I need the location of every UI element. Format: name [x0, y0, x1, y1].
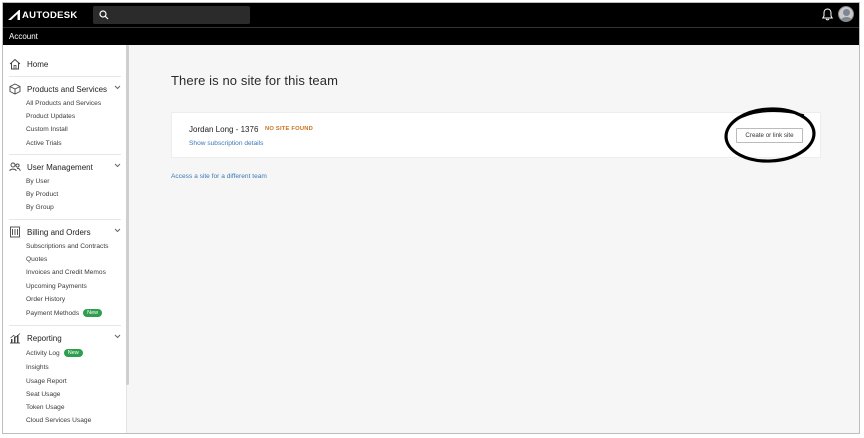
- sidebar-item-label: Usage Report: [26, 378, 67, 385]
- chevron-down-icon: [114, 334, 121, 339]
- account-bar: Account: [3, 27, 859, 45]
- sidebar-item-label: By Product: [26, 191, 59, 198]
- sidebar-item-by-group[interactable]: By Group: [26, 204, 54, 211]
- sidebar-item-label: Cloud Services Usage: [26, 417, 92, 424]
- logo-text: AUTODESK: [22, 9, 78, 21]
- sidebar-item-label: Quotes: [26, 256, 48, 263]
- users-icon: [9, 162, 21, 172]
- sidebar-item-all-products[interactable]: All Products and Services: [26, 100, 101, 107]
- sidebar-item-label: Payment Methods: [26, 309, 80, 317]
- section-products-and-services[interactable]: Products and Services: [9, 83, 121, 95]
- sidebar-item-label: Token Usage: [26, 404, 65, 411]
- show-subscription-details-link[interactable]: Show subscription details: [189, 140, 263, 147]
- sidebar-item-active-trials[interactable]: Active Trials: [26, 140, 62, 147]
- sidebar-item-product-updates[interactable]: Product Updates: [26, 113, 75, 120]
- main-content: There is no site for this team Jordan Lo…: [128, 45, 859, 433]
- new-badge: New: [63, 349, 83, 357]
- sidebar-item-label: Insights: [26, 364, 49, 371]
- sidebar-item-label: Home: [27, 59, 49, 69]
- sidebar-item-by-product[interactable]: By Product: [26, 191, 58, 198]
- sidebar-item-home[interactable]: Home: [9, 58, 48, 70]
- sidebar-item-by-user[interactable]: By User: [26, 178, 49, 185]
- autodesk-logo-icon: [8, 10, 20, 20]
- divider: [9, 325, 121, 326]
- bell-icon[interactable]: [822, 8, 833, 21]
- sidebar-item-label: Seat Usage: [26, 391, 61, 398]
- sidebar-item-usage-report[interactable]: Usage Report: [26, 378, 67, 385]
- sidebar-item-seat-usage[interactable]: Seat Usage: [26, 391, 60, 398]
- sidebar-item-activity-log[interactable]: Activity Log New: [26, 349, 83, 357]
- section-title: Products and Services: [27, 84, 108, 94]
- team-site-card: Jordan Long - 1376 NO SITE FOUND Show su…: [171, 107, 821, 163]
- sidebar-item-label: By User: [26, 178, 50, 185]
- sidebar-item-label: All Products and Services: [26, 100, 102, 107]
- sidebar-item-label: Upcoming Payments: [26, 283, 87, 290]
- chevron-down-icon: [114, 85, 121, 90]
- sidebar: Home Products and Services All Products …: [3, 45, 129, 433]
- sidebar-item-label: Activity Log: [26, 349, 60, 357]
- sidebar-item-token-usage[interactable]: Token Usage: [26, 404, 65, 411]
- sidebar-item-quotes[interactable]: Quotes: [26, 256, 47, 263]
- sidebar-item-order-history[interactable]: Order History: [26, 296, 65, 303]
- sidebar-item-label: Custom Install: [26, 126, 68, 133]
- button-label: Create or link site: [745, 132, 794, 139]
- chart-icon: [10, 333, 21, 344]
- page-title: There is no site for this team: [171, 73, 339, 88]
- new-badge: New: [83, 309, 103, 317]
- sidebar-item-label: Invoices and Credit Memos: [26, 269, 106, 276]
- receipt-icon: [10, 226, 20, 238]
- team-name: Jordan Long - 1376: [189, 125, 259, 134]
- box-icon: [9, 83, 21, 95]
- section-title: User Management: [27, 162, 93, 172]
- sidebar-item-label: Product Updates: [26, 113, 76, 120]
- top-navigation-bar: AUTODESK: [3, 3, 859, 27]
- sidebar-item-label: By Group: [26, 204, 54, 211]
- divider: [9, 154, 121, 155]
- create-or-link-site-button[interactable]: Create or link site: [736, 128, 803, 143]
- sidebar-item-insights[interactable]: Insights: [26, 364, 49, 371]
- chevron-down-icon: [114, 163, 121, 168]
- user-avatar[interactable]: [838, 6, 854, 22]
- divider: [9, 76, 121, 77]
- sidebar-item-custom-install[interactable]: Custom Install: [26, 126, 68, 133]
- section-reporting[interactable]: Reporting: [9, 332, 121, 344]
- section-title: Billing and Orders: [27, 227, 91, 237]
- section-user-management[interactable]: User Management: [9, 161, 121, 173]
- sidebar-item-upcoming-payments[interactable]: Upcoming Payments: [26, 283, 87, 290]
- autodesk-logo[interactable]: AUTODESK: [8, 9, 78, 21]
- section-title: Reporting: [27, 333, 62, 343]
- section-billing-and-orders[interactable]: Billing and Orders: [9, 226, 121, 238]
- sidebar-item-label: Subscriptions and Contracts: [26, 243, 109, 250]
- sidebar-item-label: Active Trials: [26, 140, 62, 147]
- search-icon: [99, 10, 109, 20]
- sidebar-item-cloud-services-usage[interactable]: Cloud Services Usage: [26, 417, 91, 424]
- chevron-down-icon: [114, 228, 121, 233]
- app-window: AUTODESK Account Home Products and Servi…: [2, 2, 860, 434]
- sidebar-item-label: Order History: [26, 296, 66, 303]
- home-icon: [9, 58, 21, 70]
- sidebar-item-invoices[interactable]: Invoices and Credit Memos: [26, 269, 106, 276]
- status-badge: NO SITE FOUND: [265, 126, 314, 132]
- access-different-team-link[interactable]: Access a site for a different team: [171, 173, 267, 180]
- account-label: Account: [9, 32, 38, 41]
- search-input[interactable]: [93, 6, 250, 24]
- sidebar-item-subscriptions[interactable]: Subscriptions and Contracts: [26, 243, 108, 250]
- divider: [9, 219, 121, 220]
- sidebar-item-payment-methods[interactable]: Payment Methods New: [26, 309, 103, 317]
